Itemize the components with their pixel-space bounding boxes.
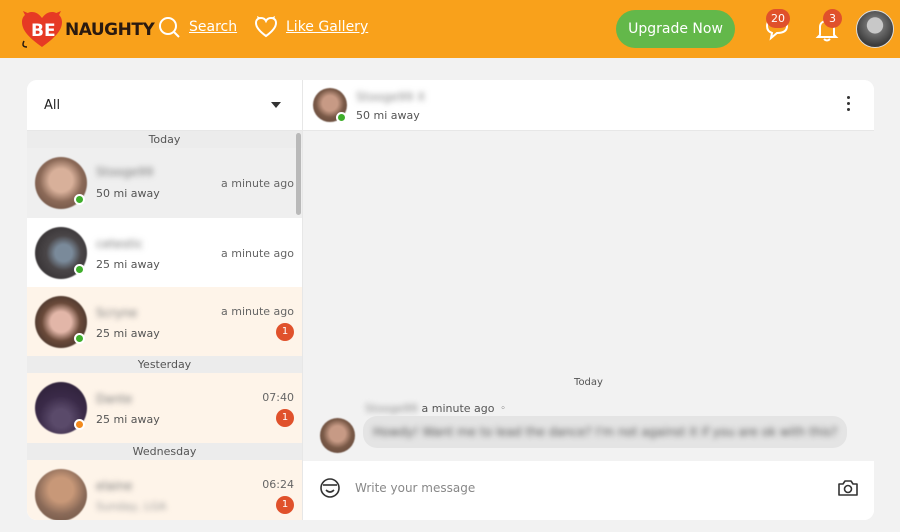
conversation-time: 06:24	[262, 478, 294, 491]
online-status-dot	[74, 264, 85, 275]
conversation-distance: 50 mi away	[96, 187, 160, 200]
chevron-down-icon	[271, 102, 281, 108]
avatar	[35, 469, 87, 520]
conversation-list-scrollbar[interactable]	[296, 133, 301, 215]
message-time: a minute ago	[421, 402, 495, 415]
heart-icon	[255, 16, 277, 38]
message-text: Howdy! Want me to lead the dance? I'm no…	[373, 425, 838, 439]
conversation-time: a minute ago	[221, 305, 294, 318]
messages-count-badge: 20	[766, 9, 790, 28]
conversation-list[interactable]: Today Stooge99 50 mi away a minute ago c…	[27, 131, 302, 520]
chat-panel: Stooge99 X 50 mi away Today Stooge99 a m…	[303, 80, 874, 520]
chat-partner-distance: 50 mi away	[356, 109, 420, 122]
day-separator-yesterday: Yesterday	[27, 356, 302, 373]
filter-value: All	[44, 98, 61, 113]
conversation-filter-dropdown[interactable]: All	[27, 80, 302, 131]
chat-messages-area[interactable]: Today Stooge99 a minute ago ◦ Howdy! Wan…	[303, 131, 874, 461]
nav-like-gallery-label: Like Gallery	[286, 19, 369, 35]
unread-count-badge: 1	[276, 323, 294, 341]
conversation-item[interactable]: Dante 25 mi away 07:40 1	[27, 373, 302, 443]
upgrade-now-button[interactable]: Upgrade Now	[616, 10, 735, 48]
unread-count-badge: 1	[276, 409, 294, 427]
message-input[interactable]	[355, 476, 825, 500]
notifications-button[interactable]: 3	[812, 9, 842, 44]
conversation-item[interactable]: Stooge99 50 mi away a minute ago	[27, 148, 302, 218]
conversation-item[interactable]: Scryne 25 mi away a minute ago 1	[27, 287, 302, 356]
conversation-item[interactable]: cetestic 25 mi away a minute ago	[27, 218, 302, 287]
camera-icon[interactable]	[837, 477, 859, 499]
conversation-name: cetestic	[96, 237, 143, 251]
chat-header: Stooge99 X 50 mi away	[303, 80, 874, 131]
messages-button[interactable]: 20	[762, 9, 792, 44]
conversation-item[interactable]: elaine Sunday, LGA 06:24 1	[27, 460, 302, 520]
online-status-dot	[74, 333, 85, 344]
online-status-dot	[74, 194, 85, 205]
conversation-distance: 25 mi away	[96, 258, 160, 271]
conversation-distance: 25 mi away	[96, 327, 160, 340]
benaughty-logo[interactable]: BE NAUGHTY	[20, 11, 155, 48]
logo-be-text: BE	[31, 21, 56, 41]
nav-search-label: Search	[189, 19, 238, 35]
message-meta: Stooge99 a minute ago ◦	[365, 402, 506, 415]
conversation-name: Dante	[96, 392, 133, 406]
unread-count-badge: 1	[276, 496, 294, 514]
nav-search-link[interactable]: Search	[158, 16, 237, 38]
top-header: BE NAUGHTY Search Like Gallery Upgrade N…	[0, 0, 900, 58]
message-composer	[303, 461, 874, 520]
notifications-count-badge: 3	[823, 9, 842, 28]
chat-day-label: Today	[574, 377, 603, 388]
conversation-time: a minute ago	[221, 247, 294, 260]
conversation-location: Sunday, LGA	[96, 500, 167, 513]
conversation-name: Stooge99	[96, 165, 154, 179]
chat-partner-name[interactable]: Stooge99 X	[356, 90, 425, 104]
more-options-icon[interactable]	[843, 96, 853, 116]
smiley-icon[interactable]	[319, 477, 341, 499]
message-sender: Stooge99	[365, 402, 418, 415]
nav-like-gallery-link[interactable]: Like Gallery	[255, 16, 368, 38]
online-status-dot	[336, 112, 347, 123]
sent-status-icon: ◦	[500, 403, 506, 414]
day-separator-wednesday: Wednesday	[27, 443, 302, 460]
day-separator-today: Today	[27, 131, 302, 148]
conversation-time: 07:40	[262, 391, 294, 404]
conversation-distance: 25 mi away	[96, 413, 160, 426]
conversation-name: Scryne	[96, 306, 138, 320]
message-avatar[interactable]	[320, 418, 355, 453]
message-bubble: Howdy! Want me to lead the dance? I'm no…	[363, 416, 848, 448]
conversation-list-panel: All Today Stooge99 50 mi away a minute a…	[27, 80, 303, 520]
search-icon	[159, 17, 180, 38]
messenger-card: All Today Stooge99 50 mi away a minute a…	[27, 80, 874, 520]
conversation-time: a minute ago	[221, 177, 294, 190]
away-status-dot	[74, 419, 85, 430]
logo-naughty-text: NAUGHTY	[65, 20, 155, 40]
conversation-name: elaine	[96, 479, 133, 493]
user-avatar[interactable]	[856, 10, 894, 48]
